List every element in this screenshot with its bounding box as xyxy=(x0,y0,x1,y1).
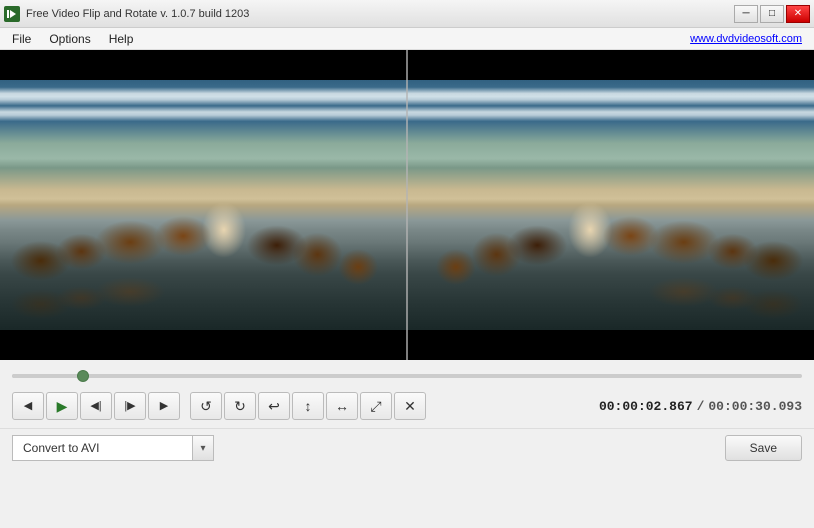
play-icon: ▶ xyxy=(57,399,68,413)
prev-frame-icon: ◀| xyxy=(90,401,101,412)
menu-options[interactable]: Options xyxy=(41,30,98,48)
playback-row: ◀ ▶ ◀| |▶ ▶ ↺ ↻ xyxy=(12,392,802,420)
divider-line xyxy=(406,50,408,360)
maximize-button[interactable]: □ xyxy=(760,5,784,23)
transform-buttons: ↺ ↻ ↩ ↕ ↔ ⤢ ✕ xyxy=(190,392,426,420)
time-total: 00:00:30.093 xyxy=(708,399,802,414)
next-frame-icon: |▶ xyxy=(124,401,135,412)
next-frame-button[interactable]: |▶ xyxy=(114,392,146,420)
free-rotate-icon: ⤢ xyxy=(370,399,381,413)
controls-area: ◀ ▶ ◀| |▶ ▶ ↺ ↻ xyxy=(0,360,814,428)
time-current: 00:00:02.867 xyxy=(599,399,693,414)
convert-dropdown-arrow[interactable]: ▾ xyxy=(192,435,214,461)
save-button[interactable]: Save xyxy=(725,435,802,461)
forward-button[interactable]: ▶ xyxy=(148,392,180,420)
video-preview xyxy=(0,50,814,360)
video-right-half xyxy=(407,50,814,360)
seek-bar-track[interactable] xyxy=(12,374,802,378)
close-button[interactable]: ✕ xyxy=(786,5,810,23)
flip-horizontal-button[interactable]: ↔ xyxy=(326,392,358,420)
free-rotate-button[interactable]: ⤢ xyxy=(360,392,392,420)
seek-bar-fill xyxy=(12,374,83,378)
rotate-180-icon: ↩ xyxy=(268,399,280,413)
convert-dropdown: Convert to AVI Convert to MP4 Convert to… xyxy=(12,435,214,461)
website-link[interactable]: www.dvdvideosoft.com xyxy=(690,33,810,45)
convert-select[interactable]: Convert to AVI Convert to MP4 Convert to… xyxy=(12,435,192,461)
rotate-ccw90-button[interactable]: ↺ xyxy=(190,392,222,420)
video-canvas xyxy=(0,50,814,360)
reset-button[interactable]: ✕ xyxy=(394,392,426,420)
time-separator: / xyxy=(697,399,705,414)
flip-horizontal-icon: ↔ xyxy=(335,399,349,413)
menu-help[interactable]: Help xyxy=(101,30,142,48)
title-bar: Free Video Flip and Rotate v. 1.0.7 buil… xyxy=(0,0,814,28)
forward-icon: ▶ xyxy=(160,401,168,412)
title-left: Free Video Flip and Rotate v. 1.0.7 buil… xyxy=(4,6,249,22)
prev-frame-button[interactable]: ◀| xyxy=(80,392,112,420)
play-button[interactable]: ▶ xyxy=(46,392,78,420)
menu-items: File Options Help xyxy=(4,30,141,48)
time-display: 00:00:02.867 / 00:00:30.093 xyxy=(599,399,802,414)
rotate-180-button[interactable]: ↩ xyxy=(258,392,290,420)
seek-bar-thumb[interactable] xyxy=(77,370,89,382)
rewind-icon: ◀ xyxy=(24,401,32,412)
reset-icon: ✕ xyxy=(404,399,416,413)
flip-vertical-button[interactable]: ↕ xyxy=(292,392,324,420)
minimize-button[interactable]: ─ xyxy=(734,5,758,23)
app-icon xyxy=(4,6,20,22)
flip-vertical-icon: ↕ xyxy=(305,399,312,413)
menu-bar: File Options Help www.dvdvideosoft.com xyxy=(0,28,814,50)
video-left-half xyxy=(0,50,407,360)
title-controls: ─ □ ✕ xyxy=(734,5,810,23)
rotate-cw90-button[interactable]: ↻ xyxy=(224,392,256,420)
playback-left: ◀ ▶ ◀| |▶ ▶ ↺ ↻ xyxy=(12,392,426,420)
rewind-button[interactable]: ◀ xyxy=(12,392,44,420)
rotate-cw90-icon: ↻ xyxy=(234,399,246,413)
title-text: Free Video Flip and Rotate v. 1.0.7 buil… xyxy=(26,8,249,20)
seek-bar-container[interactable] xyxy=(12,368,802,384)
menu-file[interactable]: File xyxy=(4,30,39,48)
bottom-bar: Convert to AVI Convert to MP4 Convert to… xyxy=(0,428,814,467)
rotate-ccw90-icon: ↺ xyxy=(200,399,212,413)
